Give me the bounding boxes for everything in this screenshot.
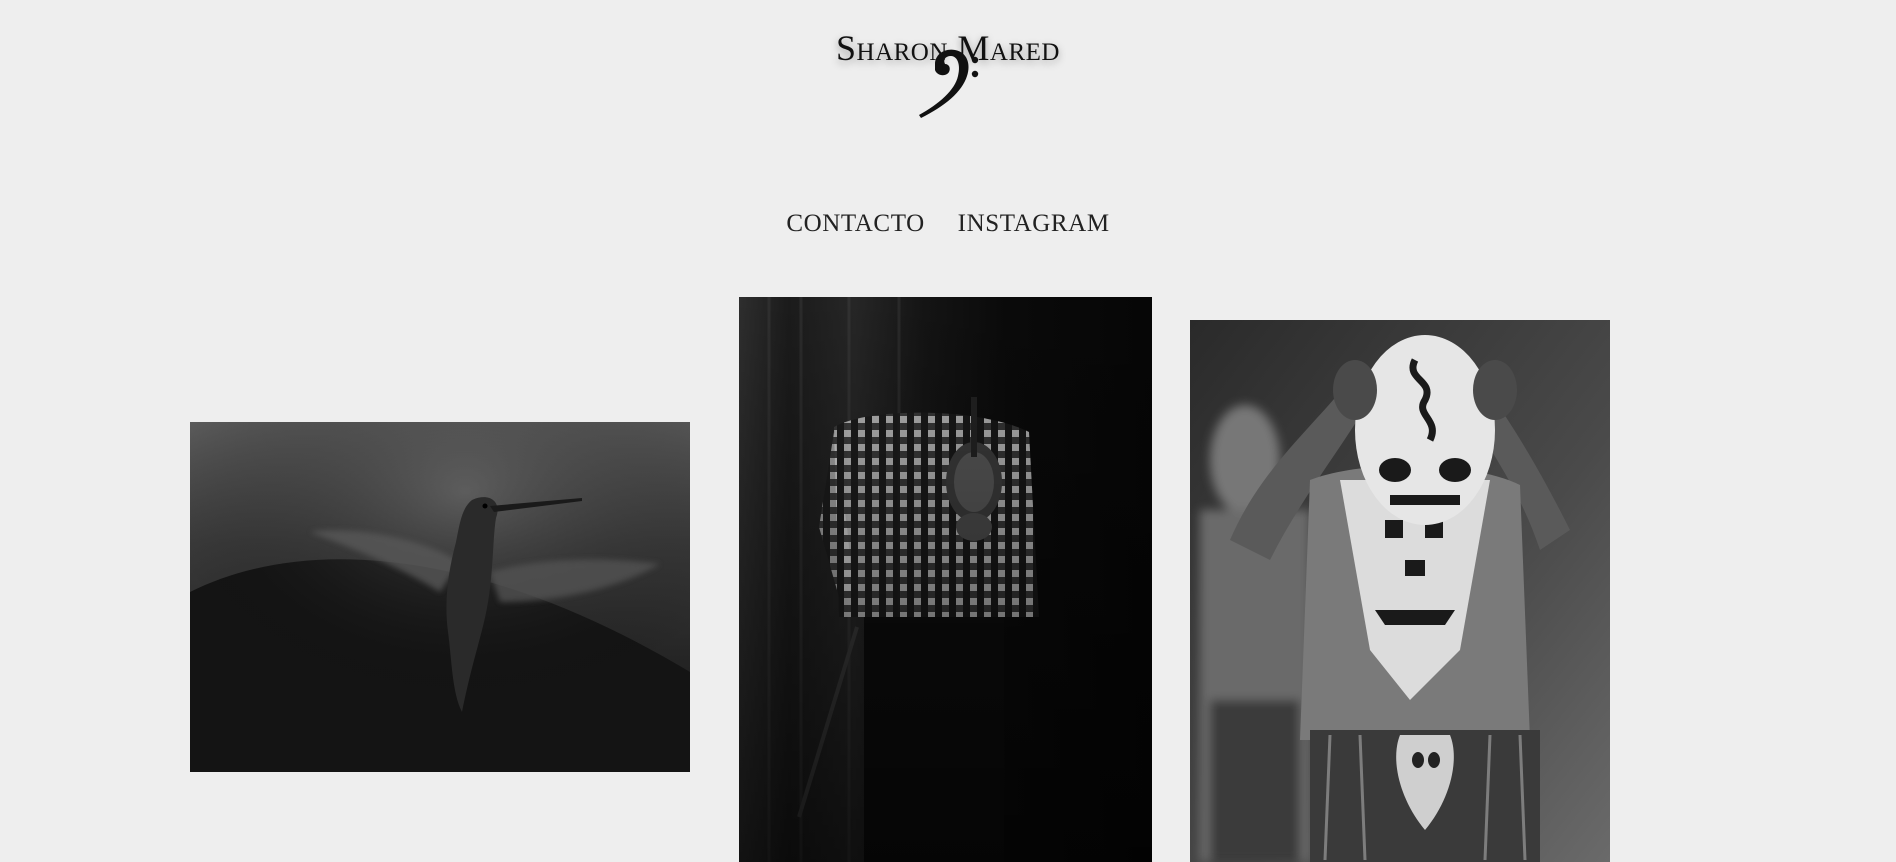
gallery-photo-violinist[interactable] <box>739 297 1152 862</box>
gallery-photo-masked-dancer[interactable] <box>1190 320 1610 862</box>
bass-clef-icon <box>919 49 979 118</box>
nav-link-contacto[interactable]: CONTACTO <box>786 210 924 237</box>
main-nav: CONTACTO INSTAGRAM <box>0 210 1896 238</box>
hummingbird-image <box>190 422 690 772</box>
page: Sharon Mared CONTACTO INSTAGRAM <box>0 0 1896 862</box>
violinist-image <box>739 297 1152 862</box>
gallery-photo-hummingbird[interactable] <box>190 422 690 772</box>
masked-dancer-image <box>1190 320 1610 862</box>
nav-link-instagram[interactable]: INSTAGRAM <box>958 210 1110 237</box>
